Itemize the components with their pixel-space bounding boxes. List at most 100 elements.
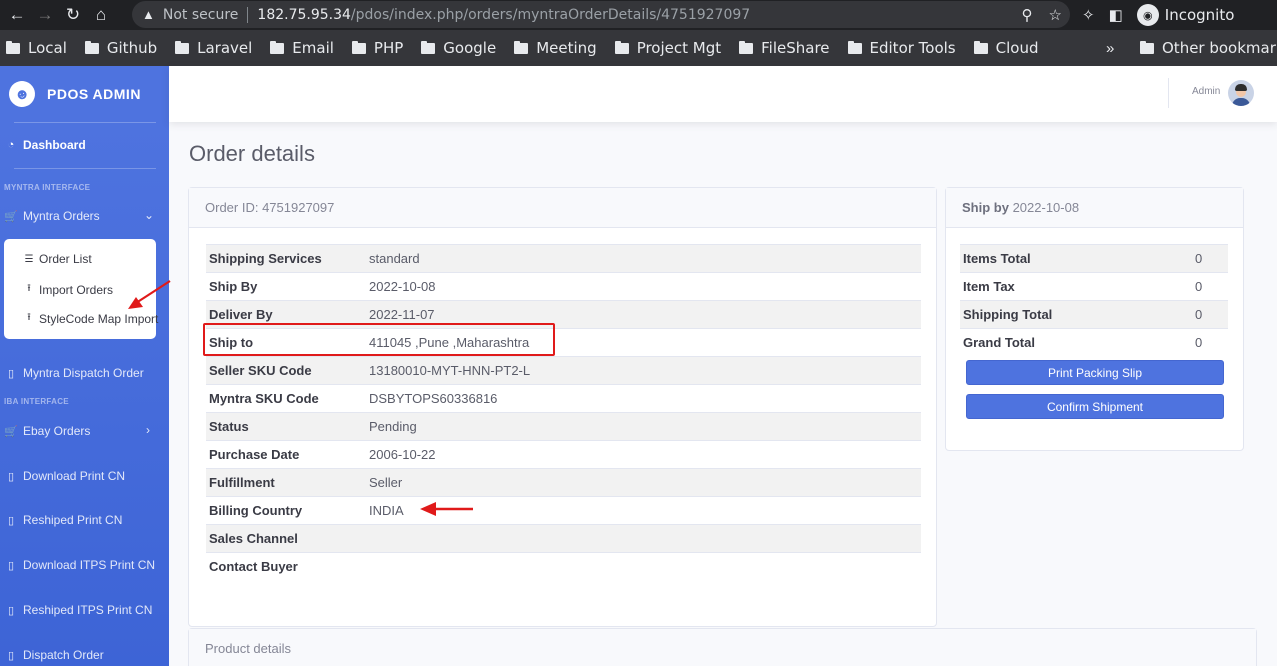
total-value: 0 bbox=[1192, 272, 1228, 301]
row-value: Seller bbox=[366, 468, 921, 497]
bookmark-google[interactable]: Google bbox=[421, 39, 496, 57]
bookmark-label: Google bbox=[443, 39, 497, 57]
bookmark-github[interactable]: Github bbox=[84, 39, 157, 57]
total-label: Items Total bbox=[960, 244, 1192, 273]
row-value: DSBYTOPS60336816 bbox=[366, 384, 921, 413]
bookmark-cloud[interactable]: Cloud bbox=[973, 39, 1039, 57]
print-packing-slip-button[interactable]: Print Packing Slip bbox=[966, 360, 1224, 385]
warning-icon: ▲ bbox=[142, 7, 155, 22]
back-icon[interactable]: ← bbox=[6, 4, 28, 26]
folder-icon bbox=[270, 40, 285, 54]
bookmark-php[interactable]: PHP bbox=[351, 39, 404, 57]
topbar: Admin bbox=[169, 66, 1277, 122]
order-details-table: Shipping Services standard Ship By 2022-10-… bbox=[206, 244, 921, 581]
table-row: Item Tax 0 bbox=[960, 272, 1228, 301]
extensions-icon[interactable]: ✧ bbox=[1082, 6, 1095, 24]
submenu-item-stylecode-import[interactable]: ⭱ StyleCode Map Import bbox=[23, 310, 158, 327]
sidebar-item-ebay-orders[interactable]: 🛒 Ebay Orders bbox=[4, 424, 90, 438]
sidebar-item-reshiped-itps[interactable]: ▯ Reshiped ITPS Print CN bbox=[4, 603, 152, 617]
bookmark-label: Editor Tools bbox=[869, 39, 956, 57]
totals-table: Items Total 0 Item Tax 0 Shipping Total 0 Gran… bbox=[960, 244, 1228, 357]
total-value: 0 bbox=[1192, 244, 1228, 273]
bookmark-project-mgt[interactable]: Project Mgt bbox=[614, 39, 721, 57]
table-row: Billing Country INDIA bbox=[206, 496, 921, 525]
brand-title: PDOS ADMIN bbox=[47, 85, 141, 102]
bookmark-local[interactable]: Local bbox=[6, 39, 67, 57]
home-icon[interactable]: ⌂ bbox=[90, 4, 112, 26]
submenu-item-label: Import Orders bbox=[39, 282, 114, 297]
file-icon: ▯ bbox=[7, 367, 15, 380]
sidebar-item-myntra-orders[interactable]: 🛒 Myntra Orders bbox=[4, 209, 100, 223]
bookmark-email[interactable]: Email bbox=[270, 39, 334, 57]
folder-icon bbox=[1140, 40, 1154, 54]
table-row: Grand Total 0 bbox=[960, 328, 1228, 357]
zoom-icon[interactable]: ⚲ bbox=[1022, 6, 1033, 24]
user-name[interactable]: Admin bbox=[1192, 86, 1220, 97]
bookmark-meeting[interactable]: Meeting bbox=[514, 39, 597, 57]
profile-button[interactable]: ◉ Incognito bbox=[1136, 4, 1234, 26]
forward-icon[interactable]: → bbox=[34, 4, 56, 26]
table-row: Sales Channel bbox=[206, 524, 921, 553]
avatar[interactable] bbox=[1228, 80, 1254, 106]
row-label: Billing Country bbox=[206, 496, 366, 525]
topbar-divider bbox=[1168, 78, 1169, 108]
sidebar-item-label: Dispatch Order bbox=[23, 648, 104, 662]
total-label: Grand Total bbox=[960, 328, 1192, 357]
table-row: Status Pending bbox=[206, 412, 921, 441]
sidebar-item-myntra-dispatch[interactable]: ▯ Myntra Dispatch Order bbox=[4, 366, 144, 380]
folder-icon bbox=[614, 40, 629, 54]
sidebar-heading-myntra: MYNTRA INTERFACE bbox=[4, 183, 91, 192]
cart-icon: 🛒 bbox=[4, 425, 18, 438]
sidebar-item-label: Download ITPS Print CN bbox=[23, 558, 156, 572]
upload-icon: ⭱ bbox=[27, 312, 31, 323]
row-label: Ship By bbox=[206, 272, 366, 301]
bookmark-label: Laravel bbox=[197, 39, 253, 57]
address-bar[interactable]: ▲ Not secure 182.75.95.34/pdos/index.php… bbox=[132, 1, 1070, 28]
total-value: 0 bbox=[1192, 328, 1228, 357]
table-row: Contact Buyer bbox=[206, 552, 921, 581]
confirm-shipment-button[interactable]: Confirm Shipment bbox=[966, 394, 1224, 419]
bookmark-label: PHP bbox=[373, 39, 404, 57]
file-icon: ▯ bbox=[7, 559, 15, 572]
submenu-item-label: StyleCode Map Import bbox=[39, 311, 159, 326]
sidebar-heading-iba: IBA INTERFACE bbox=[4, 397, 69, 406]
cart-icon: 🛒 bbox=[4, 210, 18, 223]
bookmark-label: Cloud bbox=[995, 39, 1039, 57]
upload-icon: ⭱ bbox=[27, 283, 31, 294]
avatar-body bbox=[1232, 98, 1250, 106]
security-label: Not secure bbox=[162, 6, 239, 23]
total-value: 0 bbox=[1192, 300, 1228, 329]
star-icon[interactable]: ☆ bbox=[1049, 6, 1062, 24]
table-row: Purchase Date 2006-10-22 bbox=[206, 440, 921, 469]
table-row: Myntra SKU Code DSBYTOPS60336816 bbox=[206, 384, 921, 413]
submenu-item-order-list[interactable]: ☰ Order List bbox=[23, 252, 92, 266]
row-label: Purchase Date bbox=[206, 440, 366, 469]
bookmark-fileshare[interactable]: FileShare bbox=[739, 39, 830, 57]
sidebar-item-download-itps[interactable]: ▯ Download ITPS Print CN bbox=[4, 558, 155, 572]
bookmarks-bar: Local Github Laravel Email PHP Google Me… bbox=[0, 30, 1277, 66]
bookmark-editor-tools[interactable]: Editor Tools bbox=[847, 39, 956, 57]
url-host: 182.75.95.34 bbox=[257, 6, 351, 23]
row-value bbox=[366, 552, 921, 581]
sidebar-item-download-print-cn[interactable]: ▯ Download Print CN bbox=[4, 469, 125, 483]
sidepanel-icon[interactable]: ◧ bbox=[1109, 6, 1123, 24]
url-text[interactable]: 182.75.95.34/pdos/index.php/orders/myntr… bbox=[257, 7, 750, 23]
submenu-item-import-orders[interactable]: ⭱ Import Orders bbox=[23, 281, 113, 298]
other-bookmarks[interactable]: Other bookmarks bbox=[1140, 30, 1277, 66]
brand-link[interactable]: ☻ PDOS ADMIN bbox=[0, 66, 169, 121]
highlight-box bbox=[203, 323, 555, 356]
file-icon: ▯ bbox=[7, 649, 15, 662]
chevron-down-icon: ⌄ bbox=[144, 208, 155, 222]
row-value bbox=[366, 524, 921, 553]
order-details-card: Order ID: 4751927097 Shipping Services st… bbox=[188, 187, 937, 627]
sidebar-item-reshiped-print-cn[interactable]: ▯ Reshiped Print CN bbox=[4, 513, 122, 527]
bookmark-laravel[interactable]: Laravel bbox=[175, 39, 252, 57]
sidebar-item-dispatch-order[interactable]: ▯ Dispatch Order bbox=[4, 648, 104, 662]
sidebar-item-label: Myntra Dispatch Order bbox=[23, 366, 144, 380]
product-details-header: Product details bbox=[189, 629, 1256, 666]
sidebar-item-dashboard[interactable]: ◔ Dashboard bbox=[4, 138, 86, 152]
sidebar-item-label: Dashboard bbox=[23, 138, 86, 152]
bookmarks-overflow-button[interactable]: » bbox=[1106, 30, 1114, 66]
reload-icon[interactable]: ↻ bbox=[62, 4, 84, 26]
sidebar-item-label: Ebay Orders bbox=[23, 424, 91, 438]
